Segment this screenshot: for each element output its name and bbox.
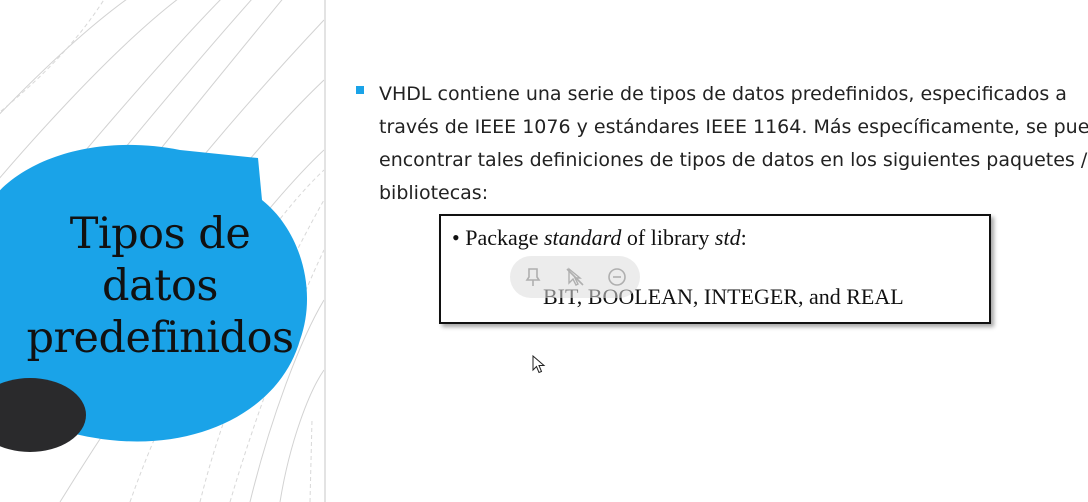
title-line-2: datos <box>102 261 218 311</box>
box-middle: of library <box>626 225 710 250</box>
floating-toolbar[interactable] <box>510 256 640 298</box>
mouse-cursor-icon <box>532 355 546 374</box>
title-line-3: predefinidos <box>26 313 294 363</box>
pin-icon[interactable] <box>522 266 544 288</box>
box-prefix: Package <box>465 225 539 250</box>
title-line-1: Tipos de <box>69 209 251 259</box>
box-suffix: : <box>740 225 747 250</box>
bullet-line-2: través de IEEE 1076 y estándares IEEE 11… <box>379 116 1088 138</box>
panel-divider <box>324 0 326 502</box>
title-panel: Tipos de datos predefinidos <box>0 0 324 502</box>
minus-circle-icon[interactable] <box>606 266 628 288</box>
bullet-line-3: encontrar tales definiciones de tipos de… <box>379 149 1088 171</box>
bullet-text: VHDL contiene una serie de tipos de dato… <box>379 78 1088 210</box>
box-bullet: • <box>452 225 460 250</box>
bullet-line-1: VHDL contiene una serie de tipos de dato… <box>379 83 1067 105</box>
square-bullet-icon <box>356 86 364 94</box>
library-name: std <box>714 225 741 250</box>
bullet-line-4: bibliotecas: <box>379 182 489 204</box>
slide-title: Tipos de datos predefinidos <box>0 208 324 364</box>
package-name: standard <box>544 225 622 250</box>
no-pointer-icon[interactable] <box>564 266 586 288</box>
package-line: • Package standard of library std: <box>452 225 747 251</box>
